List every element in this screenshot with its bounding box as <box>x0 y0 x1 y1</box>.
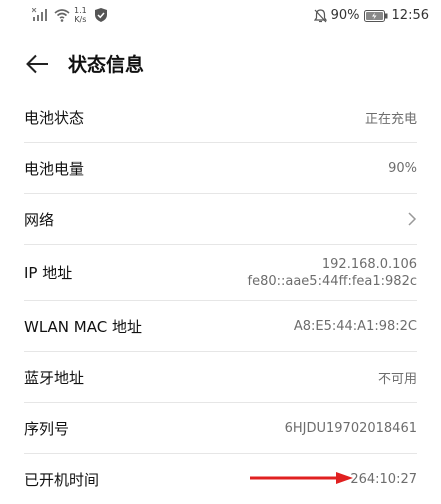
status-bar: 1.1 K/s 90% 12:56 <box>0 0 441 34</box>
wifi-icon <box>54 8 70 22</box>
row-value: 192.168.0.106 fe80::aae5:44ff:fea1:982c <box>248 256 418 290</box>
network-speed: 1.1 K/s <box>74 6 87 24</box>
ipv4-address: 192.168.0.106 <box>321 256 417 272</box>
row-value: 不可用 <box>377 371 417 387</box>
row-label: 电池电量 <box>24 159 85 178</box>
back-arrow-icon <box>26 54 48 74</box>
row-label: IP 地址 <box>24 264 73 282</box>
status-info-list: 电池状态 正在充电 电池电量 90% 网络 IP 地址 192.168.0.10… <box>0 92 441 504</box>
battery-percent: 90% <box>330 8 360 23</box>
row-value: 264:10:27 <box>350 471 417 487</box>
row-value: 正在充电 <box>364 111 417 127</box>
network-speed-value: 1.1 <box>74 6 87 15</box>
battery-charging-icon <box>363 9 388 22</box>
network-speed-unit: K/s <box>74 15 87 24</box>
row-label: WLAN MAC 地址 <box>24 317 142 336</box>
ipv6-address: fe80::aae5:44ff:fea1:982c <box>247 273 418 289</box>
row-value: 6HJDU19702018461 <box>284 420 417 436</box>
clock: 12:56 <box>391 8 429 23</box>
row-network[interactable]: 网络 <box>24 194 417 245</box>
row-label: 网络 <box>24 210 55 229</box>
red-arrow-annotation <box>250 472 353 484</box>
signal-icon <box>32 8 48 22</box>
row-label: 序列号 <box>24 419 70 438</box>
row-label: 已开机时间 <box>24 470 100 489</box>
back-button[interactable] <box>24 50 52 78</box>
row-battery-status: 电池状态 正在充电 <box>24 92 417 143</box>
status-bar-right: 90% 12:56 <box>313 8 429 23</box>
row-label: 电池状态 <box>24 108 85 127</box>
app-header: 状态信息 <box>0 44 441 84</box>
chevron-right-icon <box>408 212 417 226</box>
row-value: 90% <box>388 160 417 176</box>
shield-icon <box>94 8 107 22</box>
mute-icon <box>313 8 327 23</box>
row-ip-address: IP 地址 192.168.0.106 fe80::aae5:44ff:fea1… <box>24 245 417 301</box>
row-serial-number: 序列号 6HJDU19702018461 <box>24 403 417 454</box>
status-bar-left: 1.1 K/s <box>32 6 107 24</box>
row-bluetooth-address: 蓝牙地址 不可用 <box>24 352 417 403</box>
row-wlan-mac: WLAN MAC 地址 A8:E5:44:A1:98:2C <box>24 301 417 352</box>
row-battery-level: 电池电量 90% <box>24 143 417 194</box>
row-label: 蓝牙地址 <box>24 368 85 387</box>
row-value: A8:E5:44:A1:98:2C <box>293 318 417 334</box>
row-uptime: 已开机时间 264:10:27 <box>24 454 417 504</box>
page-title: 状态信息 <box>68 54 145 76</box>
